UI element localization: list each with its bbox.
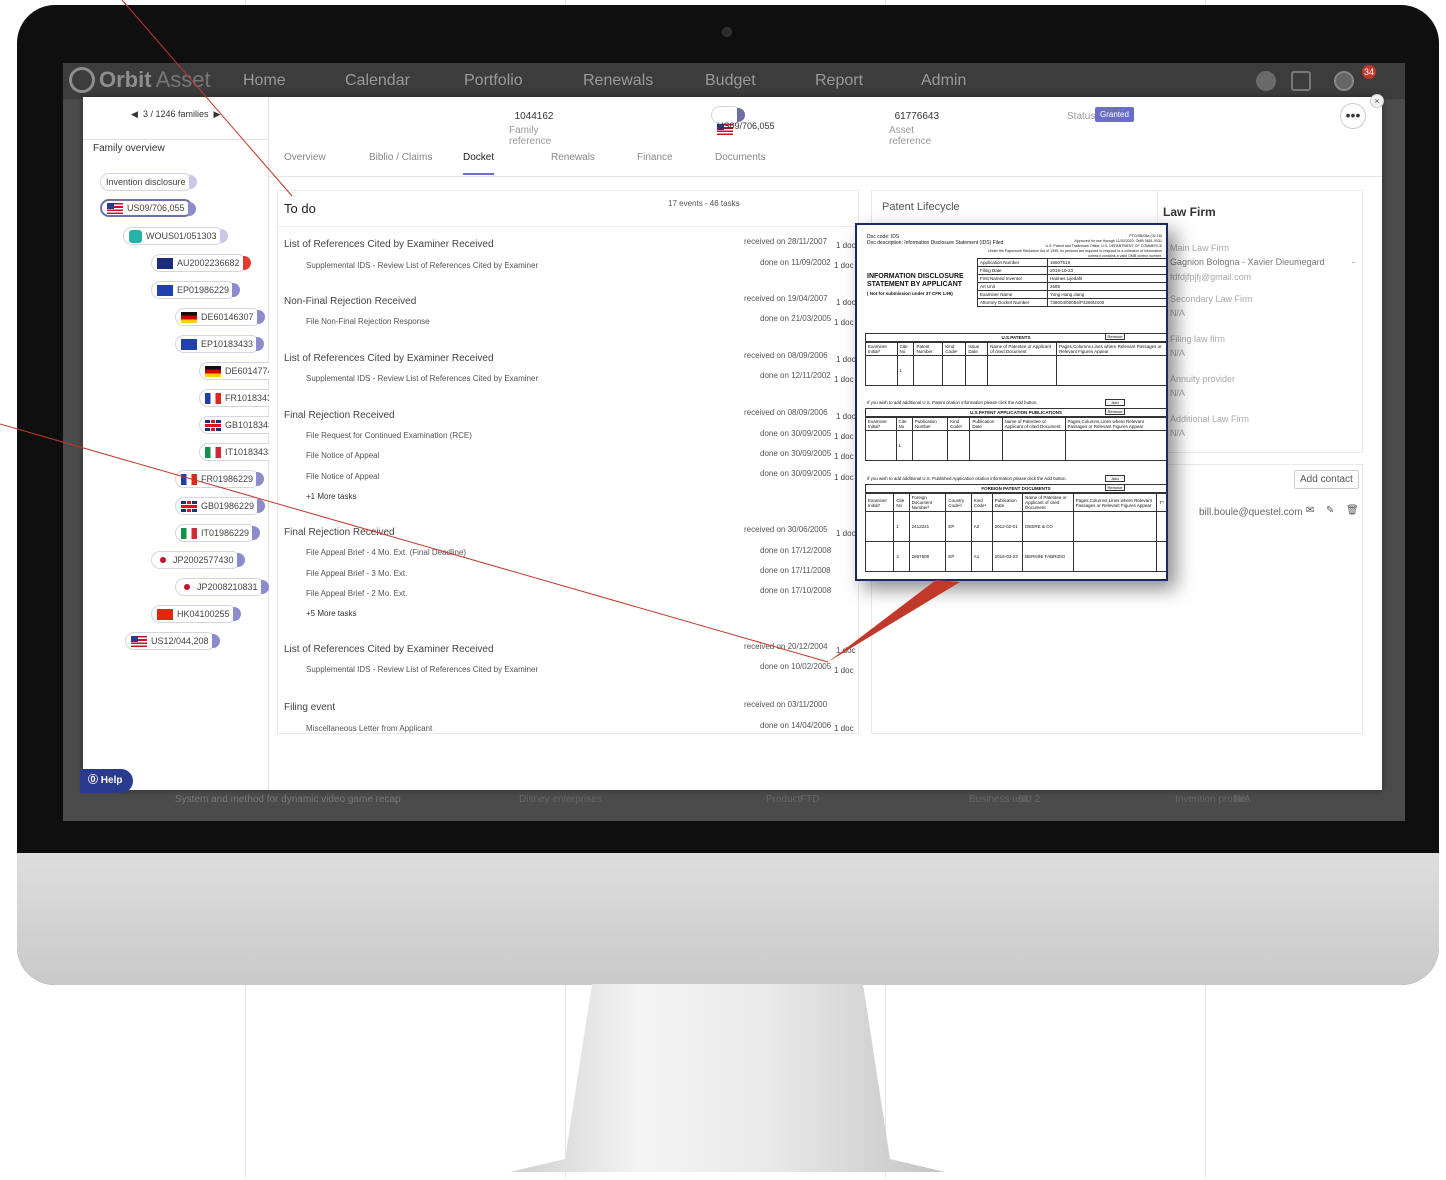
- pointer-line-todo: [121, 0, 293, 197]
- pointer-line-doc: [0, 423, 829, 663]
- pointer-tail: [828, 580, 960, 662]
- annotation-pointers: [0, 0, 960, 663]
